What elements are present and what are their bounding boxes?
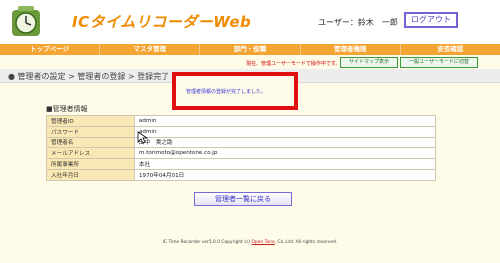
row-value: admin: [134, 115, 436, 127]
alert-message: 管理者情報の登録が完了しました。: [186, 89, 267, 95]
nav-item-admin-rights[interactable]: 管理者権限: [301, 44, 401, 55]
mouse-cursor-icon: [137, 130, 151, 144]
row-label: 管理者名: [46, 136, 135, 149]
breadcrumb-current: 登録完了: [137, 72, 170, 81]
mode-notice: 現在、管理ユーザーモードで操作中です。: [246, 61, 341, 67]
breadcrumb: ● 管理者の設定 > 管理者の登録 > 登録完了: [8, 71, 169, 82]
app-title: ICタイムリコーダーWeb: [72, 13, 252, 31]
row-value: 1970年04月01日: [134, 168, 436, 181]
nav-item-department[interactable]: 部門・役職: [200, 44, 301, 55]
row-label: メールアドレス: [46, 147, 135, 160]
user-label: ユーザー：鈴木 一郎: [318, 18, 398, 27]
logout-button[interactable]: ログアウト: [404, 12, 458, 28]
breadcrumb-bullet: ●: [8, 72, 15, 81]
back-to-admin-list-button[interactable]: 管理者一覧に戻る: [194, 192, 292, 206]
breadcrumb-admin-register[interactable]: 管理者の登録: [77, 72, 125, 81]
nav-item-top[interactable]: トップページ: [0, 44, 101, 55]
nav-item-safety[interactable]: 安否確認: [401, 44, 500, 55]
completion-alert: 管理者情報の登録が完了しました。: [172, 72, 298, 110]
row-value: 田中 貴之助: [134, 136, 436, 149]
sitemap-button[interactable]: サイトマップ表示: [340, 57, 398, 68]
main-nav: トップページ マスタ管理 部門・役職 管理者権限 安否確認: [0, 44, 500, 55]
table-row: 管理者ID admin: [46, 115, 436, 127]
row-label: 所属事業所: [46, 158, 135, 170]
footer-rights: , Co.,Ltd. All rights reserved.: [274, 240, 338, 245]
nav-item-master[interactable]: マスタ管理: [100, 44, 201, 55]
breadcrumb-admin-settings[interactable]: 管理者の設定: [18, 72, 66, 81]
table-row: 管理者名 田中 貴之助: [46, 136, 436, 149]
row-label: パスワード: [46, 125, 135, 138]
row-value: 本社: [134, 158, 436, 170]
admin-info-table: 管理者ID admin パスワード admin 管理者名 田中 貴之助 メールア…: [46, 115, 436, 181]
breadcrumb-separator: >: [125, 72, 138, 81]
clock-logo-icon: [8, 4, 44, 40]
row-label: 管理者ID: [46, 115, 135, 127]
table-row: メールアドレス m.torimoto@opentone.co.jp: [46, 147, 436, 160]
user-mode-button[interactable]: 一般ユーザーモードに切替: [400, 57, 478, 68]
footer-company-link[interactable]: Open Tone: [251, 240, 274, 245]
footer: IC Time Recorder ver5.0.0 Copyright (c) …: [0, 240, 500, 245]
table-row: パスワード admin: [46, 125, 436, 138]
section-heading: ■管理者情報: [46, 105, 88, 113]
table-row: 所属事業所 本社: [46, 158, 436, 170]
row-value: m.torimoto@opentone.co.jp: [134, 147, 436, 160]
table-row: 入社年月日 1970年04月01日: [46, 168, 436, 181]
row-label: 入社年月日: [46, 168, 135, 181]
footer-copyright: IC Time Recorder ver5.0.0 Copyright (c): [162, 240, 252, 245]
header: ICタイムリコーダーWeb ユーザー：鈴木 一郎 ログアウト: [0, 0, 500, 44]
breadcrumb-separator: >: [65, 72, 78, 81]
row-value: admin: [134, 125, 436, 138]
